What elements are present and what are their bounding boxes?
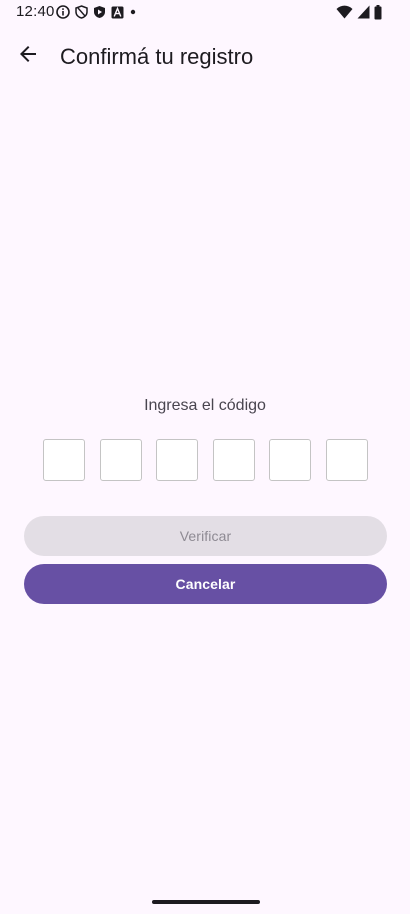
- code-digit-1[interactable]: [43, 439, 85, 481]
- status-system-icons: [336, 4, 382, 20]
- battery-icon: [374, 4, 382, 20]
- page-title: Confirmá tu registro: [60, 44, 254, 69]
- info-icon: [56, 5, 70, 19]
- verification-code-input: [43, 439, 368, 481]
- code-digit-6[interactable]: [326, 439, 368, 481]
- wifi-icon: [336, 5, 353, 19]
- gesture-navigation-handle[interactable]: [152, 900, 260, 904]
- cellular-signal-icon: [357, 5, 370, 19]
- code-digit-5[interactable]: [269, 439, 311, 481]
- status-notification-icons: [56, 4, 137, 20]
- code-digit-3[interactable]: [156, 439, 198, 481]
- more-notifications-dot-icon: [129, 8, 137, 16]
- shield-icon: [75, 5, 88, 19]
- play-shield-icon: [93, 5, 106, 19]
- status-bar: 12:40: [0, 0, 410, 24]
- status-time: 12:40: [16, 3, 55, 20]
- code-label: Ingresa el código: [144, 397, 266, 414]
- code-digit-2[interactable]: [100, 439, 142, 481]
- top-app-bar: Confirmá tu registro: [0, 24, 410, 88]
- back-button[interactable]: [4, 32, 52, 80]
- cancel-button[interactable]: Cancelar: [24, 564, 387, 604]
- arrow-back-icon: [16, 42, 40, 71]
- app-a-icon: [111, 6, 124, 19]
- verify-button[interactable]: Verificar: [24, 516, 387, 556]
- code-digit-4[interactable]: [213, 439, 255, 481]
